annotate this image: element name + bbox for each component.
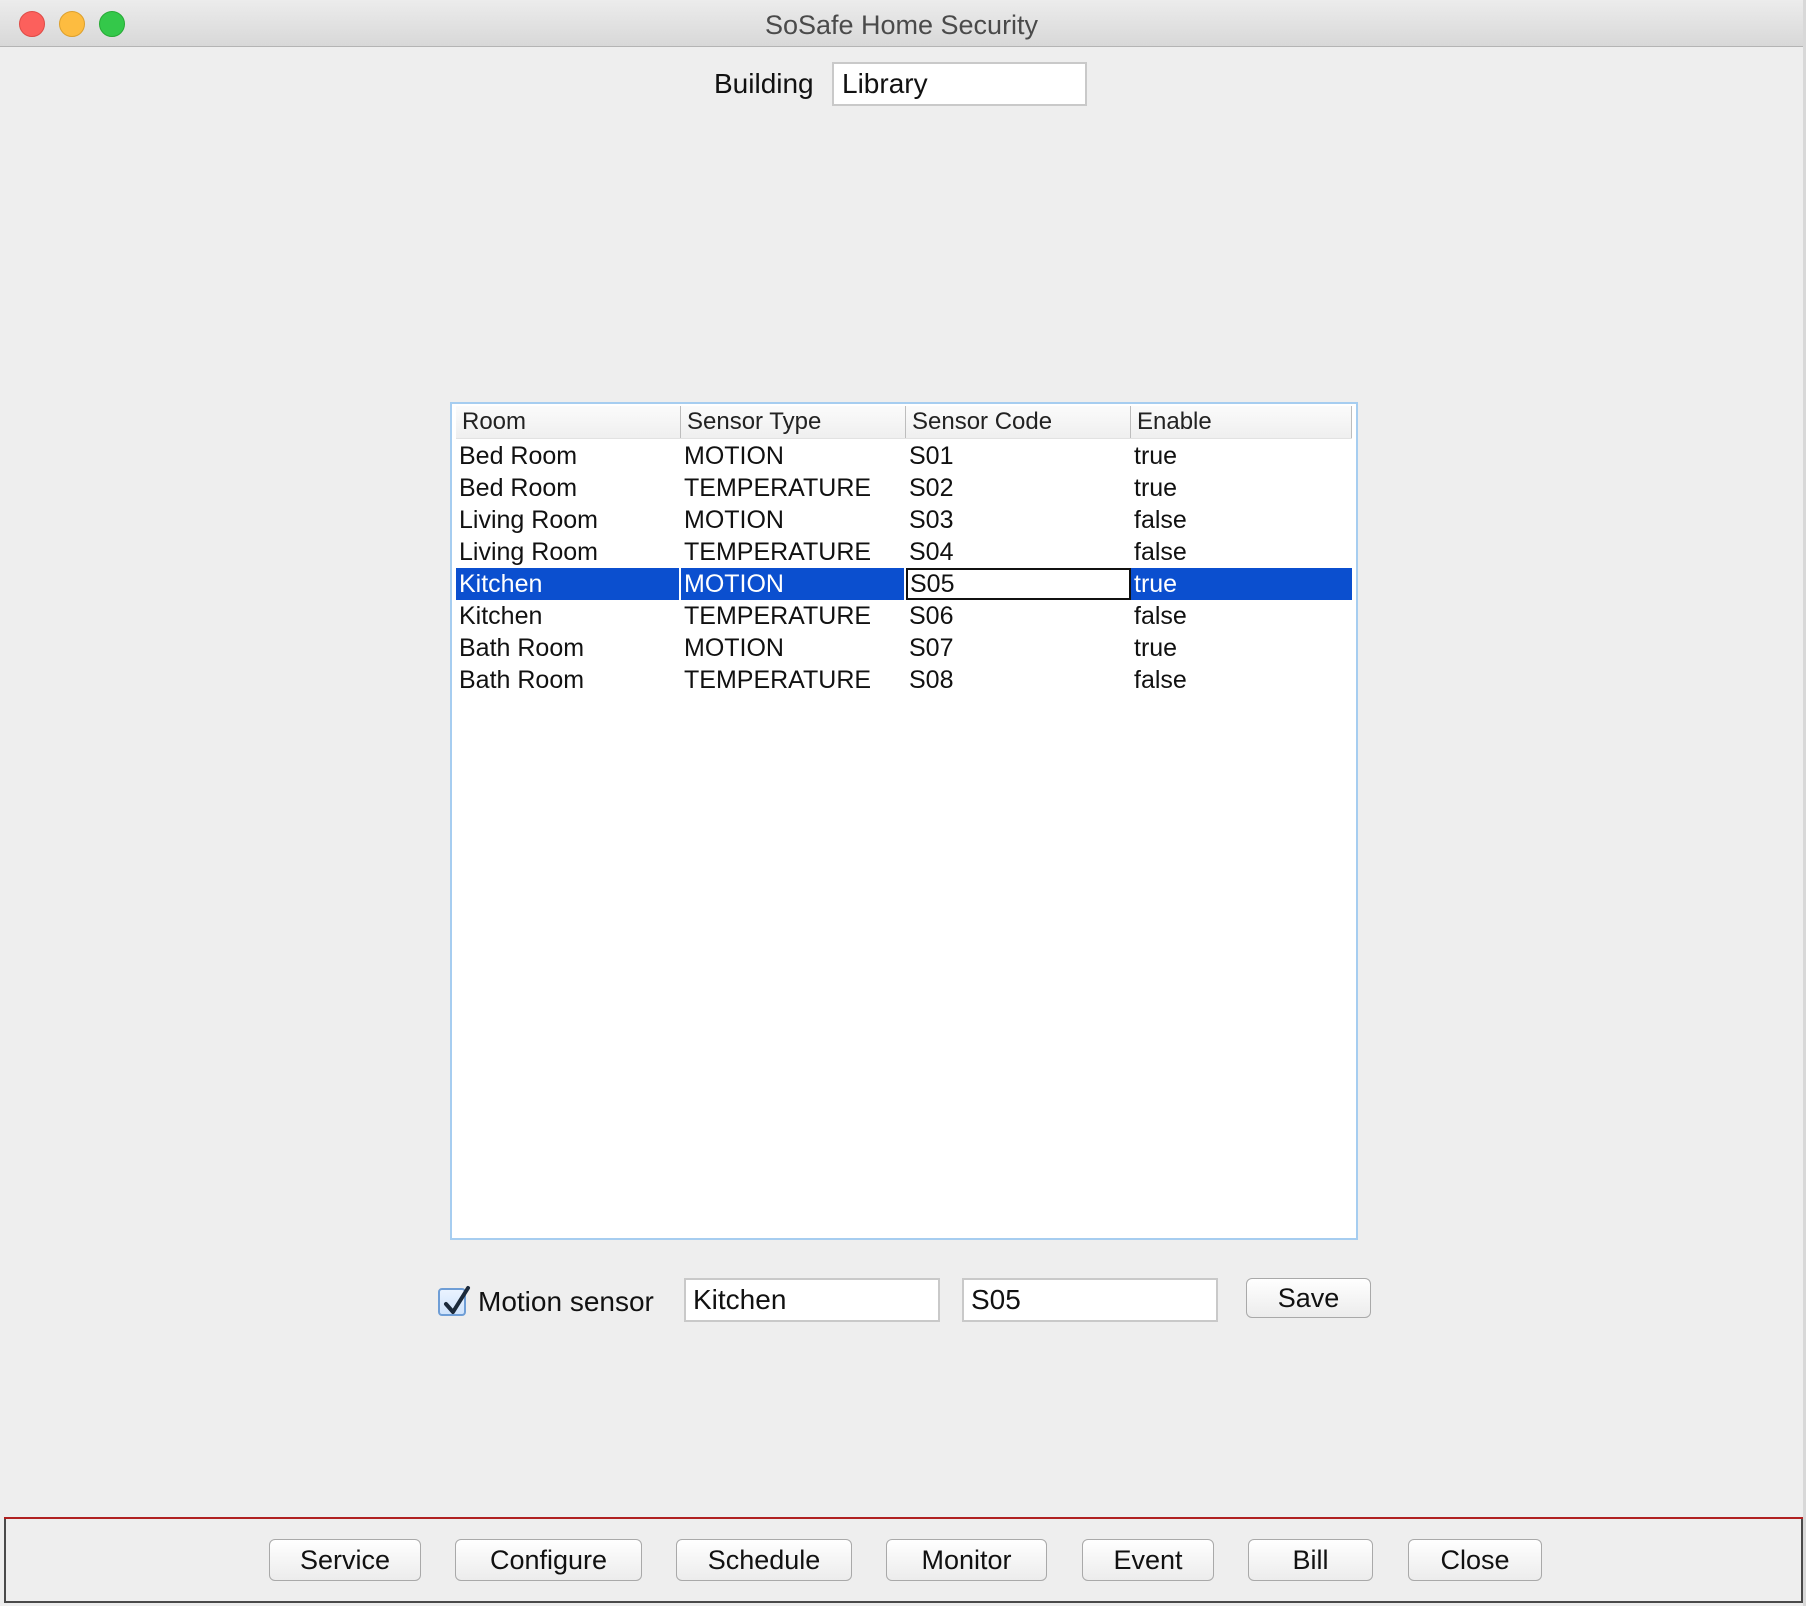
cell-enable[interactable]: true — [1131, 568, 1352, 600]
table-row[interactable]: Living Room TEMPERATURE S04 false — [456, 536, 1352, 568]
cell-sensor-code[interactable]: S02 — [906, 472, 1131, 504]
save-button[interactable]: Save — [1246, 1278, 1371, 1318]
motion-sensor-checkbox[interactable] — [438, 1286, 470, 1316]
monitor-button[interactable]: Monitor — [886, 1539, 1047, 1581]
building-label: Building — [714, 68, 814, 99]
table-row-selected[interactable]: Kitchen MOTION S05 true — [456, 568, 1352, 600]
event-button[interactable]: Event — [1082, 1539, 1214, 1581]
cell-sensor-type[interactable]: MOTION — [681, 504, 906, 536]
close-button[interactable]: Close — [1408, 1539, 1542, 1581]
cell-sensor-code-editing[interactable]: S05 — [906, 568, 1131, 600]
table-header: Room Sensor Type Sensor Code Enable — [456, 406, 1352, 439]
building-input[interactable] — [832, 62, 1087, 106]
cell-enable[interactable]: true — [1131, 632, 1352, 664]
title-bar[interactable]: SoSafe Home Security — [0, 0, 1803, 47]
cell-room[interactable]: Kitchen — [456, 568, 681, 600]
cell-sensor-code[interactable]: S04 — [906, 536, 1131, 568]
room-field[interactable] — [684, 1278, 940, 1322]
table-row[interactable]: Bath Room TEMPERATURE S08 false — [456, 664, 1352, 696]
cell-room[interactable]: Kitchen — [456, 600, 681, 632]
table-row[interactable]: Bed Room MOTION S01 true — [456, 440, 1352, 472]
table-row[interactable]: Bed Room TEMPERATURE S02 true — [456, 472, 1352, 504]
column-header-room[interactable]: Room — [456, 406, 681, 438]
cell-sensor-type[interactable]: TEMPERATURE — [681, 472, 906, 504]
cell-room[interactable]: Bed Room — [456, 472, 681, 504]
cell-room[interactable]: Bed Room — [456, 440, 681, 472]
table-row[interactable]: Bath Room MOTION S07 true — [456, 632, 1352, 664]
column-header-sensor-code[interactable]: Sensor Code — [906, 406, 1131, 438]
cell-enable[interactable]: false — [1131, 600, 1352, 632]
cell-sensor-type[interactable]: TEMPERATURE — [681, 536, 906, 568]
cell-room[interactable]: Living Room — [456, 536, 681, 568]
bill-button[interactable]: Bill — [1248, 1539, 1373, 1581]
configure-button[interactable]: Configure — [455, 1539, 642, 1581]
window-title: SoSafe Home Security — [764, 10, 1039, 40]
cell-room[interactable]: Bath Room — [456, 632, 681, 664]
app-window: SoSafe Home Security Building Room Senso… — [0, 0, 1806, 1606]
cell-sensor-code[interactable]: S08 — [906, 664, 1131, 696]
cell-room[interactable]: Bath Room — [456, 664, 681, 696]
cell-enable[interactable]: false — [1131, 664, 1352, 696]
cell-room[interactable]: Living Room — [456, 504, 681, 536]
cell-sensor-type[interactable]: MOTION — [681, 440, 906, 472]
cell-sensor-type[interactable]: MOTION — [681, 632, 906, 664]
cell-enable[interactable]: false — [1131, 536, 1352, 568]
sensor-table[interactable]: Room Sensor Type Sensor Code Enable Bed … — [450, 402, 1358, 1240]
cell-sensor-code[interactable]: S07 — [906, 632, 1131, 664]
cell-sensor-type[interactable]: MOTION — [681, 568, 906, 600]
table-row[interactable]: Kitchen TEMPERATURE S06 false — [456, 600, 1352, 632]
cell-sensor-code[interactable]: S03 — [906, 504, 1131, 536]
schedule-button[interactable]: Schedule — [676, 1539, 852, 1581]
column-header-enable[interactable]: Enable — [1131, 406, 1352, 438]
table-body: Bed Room MOTION S01 true Bed Room TEMPER… — [456, 440, 1352, 696]
motion-sensor-label[interactable]: Motion sensor — [478, 1286, 654, 1318]
cell-sensor-type[interactable]: TEMPERATURE — [681, 600, 906, 632]
cell-enable[interactable]: true — [1131, 440, 1352, 472]
bottom-toolbar: Service Configure Schedule Monitor Event… — [4, 1519, 1803, 1603]
cell-sensor-code[interactable]: S06 — [906, 600, 1131, 632]
checkmark-icon — [444, 1286, 470, 1314]
cell-enable[interactable]: true — [1131, 472, 1352, 504]
cell-sensor-code[interactable]: S01 — [906, 440, 1131, 472]
service-button[interactable]: Service — [269, 1539, 421, 1581]
table-row[interactable]: Living Room MOTION S03 false — [456, 504, 1352, 536]
sensor-code-field[interactable] — [962, 1278, 1218, 1322]
cell-enable[interactable]: false — [1131, 504, 1352, 536]
cell-sensor-type[interactable]: TEMPERATURE — [681, 664, 906, 696]
column-header-sensor-type[interactable]: Sensor Type — [681, 406, 906, 438]
